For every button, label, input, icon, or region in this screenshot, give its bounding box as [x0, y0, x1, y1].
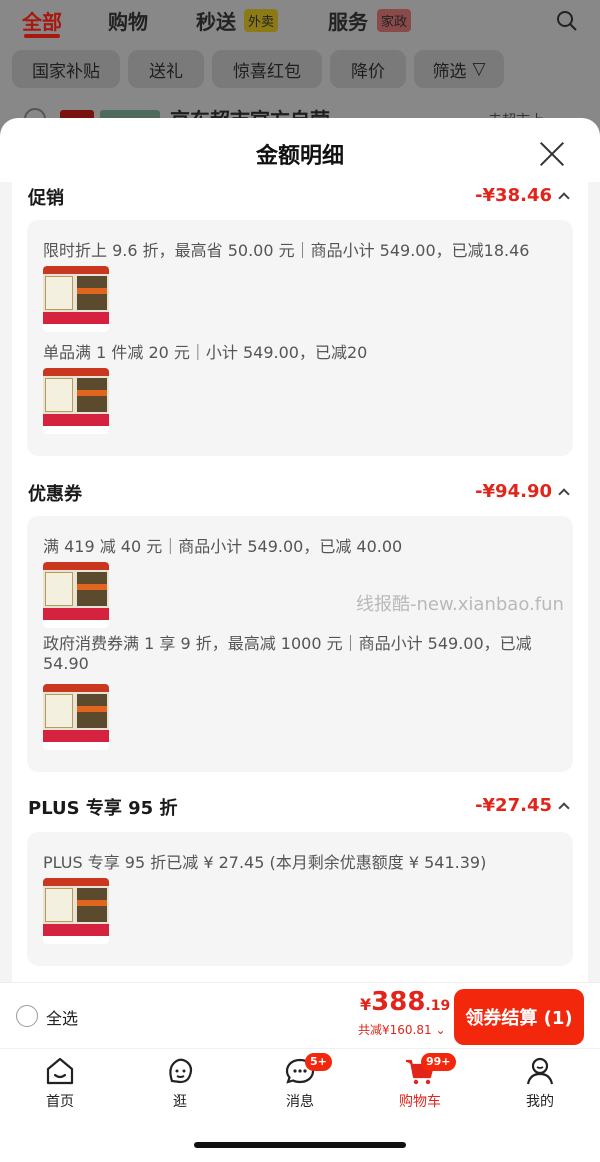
promotion-line: 单品满 1 件减 20 元｜小计 549.00，已减20 — [43, 343, 368, 362]
nav-home[interactable]: 首页 — [25, 1055, 95, 1111]
chip-filter[interactable]: 筛选 ▽ — [414, 50, 504, 88]
section-amount-promotion[interactable]: -¥38.46 — [475, 185, 570, 206]
checkout-button[interactable]: 领券结算 (1) — [454, 989, 584, 1045]
nav-label: 我的 — [526, 1094, 554, 1110]
sheet-title: 金额明细 — [255, 144, 344, 169]
chevron-up-icon — [558, 191, 570, 204]
nav-explore[interactable]: 逛 — [145, 1055, 215, 1111]
nav-label: 逛 — [173, 1094, 187, 1110]
product-thumbnail[interactable] — [43, 878, 109, 944]
explore-icon — [169, 1058, 193, 1084]
filter-icon: ▽ — [472, 59, 486, 79]
tab-underline — [24, 34, 60, 38]
select-all-checkbox[interactable] — [16, 1005, 38, 1027]
home-icon — [46, 1057, 74, 1085]
total-price: ¥ 388 .19 — [360, 987, 451, 1017]
nav-messages[interactable]: 消息 5+ — [265, 1053, 335, 1111]
chip-gift[interactable]: 送礼 — [128, 50, 204, 88]
product-thumbnail[interactable] — [43, 562, 109, 628]
promotion-card: 限时折上 9.6 折，最高省 50.00 元｜商品小计 549.00，已减18.… — [27, 220, 573, 456]
section-title-plus: PLUS 专享 95 折 — [28, 798, 178, 819]
tab-tag-housekeeping: 家政 — [377, 9, 412, 32]
section-amount-plus[interactable]: -¥27.45 — [475, 795, 570, 816]
search-icon[interactable] — [556, 10, 578, 32]
coupon-card: 满 419 减 40 元｜商品小计 549.00，已减 40.00 政府消费券满… — [27, 516, 573, 772]
product-thumbnail[interactable] — [43, 368, 109, 434]
detail-scroll-area[interactable]: 促销 -¥38.46 限时折上 9.6 折，最高省 50.00 元｜商品小计 5… — [0, 182, 600, 982]
tab-tag-takeout: 外卖 — [244, 9, 279, 32]
nav-cart[interactable]: 购物车 99+ — [385, 1053, 456, 1111]
chevron-up-icon — [558, 487, 570, 500]
nav-profile[interactable]: 我的 — [505, 1055, 575, 1111]
chevron-down-icon: ⌄ — [431, 1023, 446, 1037]
section-title-promotion: 促销 — [28, 188, 64, 209]
chip-price-drop[interactable]: 降价 — [330, 50, 406, 88]
section-amount-coupon[interactable]: -¥94.90 — [475, 481, 570, 502]
tab-shopping[interactable]: 购物 — [108, 6, 148, 35]
select-all-label[interactable]: 全选 — [46, 1005, 78, 1029]
plus-line: PLUS 专享 95 折已减 ¥ 27.45 (本月剩余优惠额度 ¥ 541.3… — [43, 853, 487, 872]
chevron-up-icon — [558, 801, 570, 814]
top-tabs: 全部 购物 秒送 外卖 服务 家政 — [0, 0, 600, 44]
nav-label: 首页 — [46, 1094, 74, 1110]
profile-icon — [526, 1057, 554, 1085]
home-indicator — [194, 1142, 406, 1148]
filter-chips: 国家补贴 送礼 惊喜红包 降价 筛选 ▽ — [0, 50, 600, 90]
cart-badge: 99+ — [421, 1053, 456, 1071]
close-icon[interactable] — [538, 140, 566, 168]
nav-label: 购物车 — [399, 1094, 441, 1110]
coupon-line: 满 419 减 40 元｜商品小计 549.00，已减 40.00 — [43, 537, 403, 556]
nav-label: 消息 — [286, 1094, 314, 1110]
chip-national-subsidy[interactable]: 国家补贴 — [12, 50, 120, 88]
tab-instant-delivery[interactable]: 秒送 — [196, 6, 236, 35]
total-saved[interactable]: 共减¥160.81 ⌄ — [358, 1021, 446, 1038]
product-thumbnail[interactable] — [43, 266, 109, 332]
tab-services[interactable]: 服务 — [328, 6, 368, 35]
amount-detail-sheet: 金额明细 促销 -¥38.46 限时折上 9.6 折，最高省 50.00 元｜商… — [0, 118, 600, 982]
message-badge: 5+ — [305, 1053, 332, 1071]
plus-card: PLUS 专享 95 折已减 ¥ 27.45 (本月剩余优惠额度 ¥ 541.3… — [27, 832, 573, 966]
checkout-bar: 全选 ¥ 388 .19 共减¥160.81 ⌄ 领券结算 (1) — [0, 982, 600, 1048]
product-thumbnail[interactable] — [43, 684, 109, 750]
promotion-line: 限时折上 9.6 折，最高省 50.00 元｜商品小计 549.00，已减18.… — [43, 241, 530, 260]
coupon-line: 政府消费券满 1 享 9 折，最高减 1000 元｜商品小计 549.00，已减… — [43, 634, 532, 673]
watermark-text: 线报酷-new.xianbao.fun — [356, 594, 564, 615]
tab-all[interactable]: 全部 — [22, 6, 62, 35]
section-title-coupon: 优惠券 — [28, 484, 82, 505]
chip-red-packet[interactable]: 惊喜红包 — [212, 50, 322, 88]
